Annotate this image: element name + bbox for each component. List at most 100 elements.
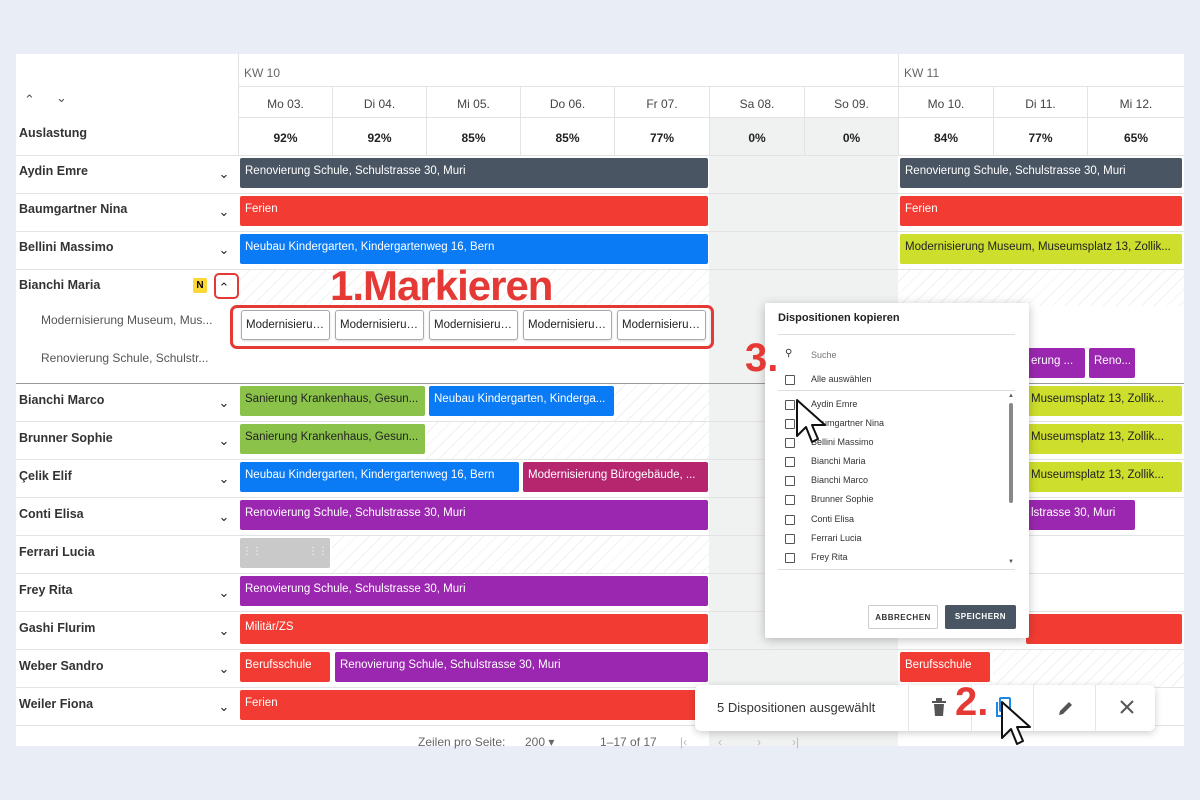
cursor-pointer-icon — [796, 399, 826, 443]
row-name: Bianchi Maria — [19, 278, 101, 292]
search-input[interactable] — [809, 347, 1009, 363]
assignment-bar[interactable]: Ferien — [900, 196, 1182, 226]
list-item-label: Conti Elisa — [811, 514, 855, 524]
chevron-down-icon[interactable]: ⌄ — [216, 395, 232, 411]
row-name: Conti Elisa — [19, 507, 84, 521]
assignment-bar[interactable]: Renovierung Schule, Schulstrasse 30, Mur… — [240, 576, 708, 606]
checkbox[interactable] — [785, 374, 795, 385]
last-page-icon[interactable]: ›| — [792, 735, 799, 749]
assignment-bar[interactable]: Renovierung Schule, Schulstrasse 30, Mur… — [335, 652, 708, 682]
chevron-down-icon[interactable]: ⌄ — [216, 242, 232, 258]
chevron-down-icon[interactable]: ⌄ — [216, 623, 232, 639]
list-item-label: Brunner Sophie — [811, 494, 874, 504]
assignment-bar[interactable]: Sanierung Krankenhaus, Gesun... — [240, 386, 425, 416]
day-header: Fr 07. — [614, 87, 709, 118]
list-item[interactable]: Ferrari Lucia — [785, 533, 862, 547]
row-name: Brunner Sophie — [19, 431, 113, 445]
select-all-item[interactable]: Alle auswählen — [785, 374, 872, 388]
list-item[interactable]: Bianchi Marco — [785, 475, 868, 489]
row-name: Bellini Massimo — [19, 240, 114, 254]
load-label: Auslastung — [19, 126, 88, 140]
chevron-down-icon[interactable]: ⌄ — [216, 509, 232, 525]
load-value: 0% — [709, 118, 804, 156]
chevron-down-icon[interactable]: ⌄ — [216, 471, 232, 487]
assignment-bar[interactable] — [1026, 614, 1182, 644]
select-all-label: Alle auswählen — [811, 374, 872, 384]
assignment-bar[interactable]: Berufsschule — [900, 652, 990, 682]
scroll-down-icon[interactable]: ▼ — [1008, 559, 1014, 565]
chevron-down-icon[interactable]: ⌄ — [216, 166, 232, 182]
chevron-down-icon[interactable]: ⌄ — [216, 204, 232, 220]
scroll-up-icon[interactable]: ▲ — [1008, 393, 1014, 399]
assignment-bar[interactable]: Militär/ZS — [240, 614, 708, 644]
checkbox[interactable] — [785, 399, 795, 410]
assignment-bar[interactable]: Neubau Kindergarten, Kindergartenweg 16,… — [240, 462, 519, 492]
chevron-down-icon[interactable]: ⌄ — [216, 661, 232, 677]
assignment-bar[interactable]: Reno... — [1089, 348, 1135, 378]
assignment-bar[interactable]: Ferien — [240, 690, 708, 720]
assignment-bar[interactable]: Berufsschule — [240, 652, 330, 682]
checkbox[interactable] — [785, 514, 795, 525]
day-header: Mi 05. — [426, 87, 520, 118]
page-range: 1–17 of 17 — [600, 735, 657, 749]
assignment-bar[interactable]: Modernisierung Bürogebäude, ... — [523, 462, 708, 492]
save-button[interactable]: SPEICHERN — [945, 605, 1016, 629]
list-item[interactable]: Brunner Sophie — [785, 494, 874, 508]
assignment-bar[interactable]: Renovierung Schule, Schulstrasse 30, Mur… — [900, 158, 1182, 188]
checkbox[interactable] — [785, 475, 795, 486]
selection-toolbar: 5 Dispositionen ausgewählt — [695, 685, 1155, 731]
drag-handle-icon[interactable]: ⋮⋮ — [242, 546, 262, 557]
chevron-down-icon[interactable]: ⌄ — [216, 699, 232, 715]
scrollbar[interactable] — [1009, 403, 1013, 503]
assignment-bar[interactable]: erung ... — [1026, 348, 1085, 378]
checkbox[interactable] — [785, 418, 795, 429]
placeholder-bar[interactable]: ⋮⋮ ⋮⋮ — [240, 538, 330, 568]
drag-handle-icon[interactable]: ⋮⋮ — [308, 546, 328, 557]
row-name: Baumgartner Nina — [19, 202, 128, 216]
assignment-bar[interactable]: Museumsplatz 13, Zollik... — [1026, 462, 1182, 492]
day-header: Mo 10. — [898, 87, 993, 118]
day-header: So 09. — [804, 87, 898, 118]
assignment-bar[interactable]: Sanierung Krankenhaus, Gesun... — [240, 424, 425, 454]
checkbox[interactable] — [785, 533, 795, 544]
load-value: 0% — [804, 118, 898, 156]
chevron-up-icon[interactable]: ⌃ — [24, 92, 35, 108]
assignment-bar[interactable]: Neubau Kindergarten, Kindergartenweg 16,… — [240, 234, 708, 264]
cancel-button[interactable]: ABBRECHEN — [868, 605, 938, 629]
chevron-down-icon[interactable]: ⌄ — [56, 90, 67, 106]
day-header: Sa 08. — [709, 87, 804, 118]
checkbox[interactable] — [785, 552, 795, 563]
row-name: Frey Rita — [19, 583, 73, 597]
checkbox[interactable] — [785, 437, 795, 448]
checkbox[interactable] — [785, 494, 795, 505]
assignment-bar[interactable]: Museumsplatz 13, Zollik... — [1026, 386, 1182, 416]
list-item[interactable]: Conti Elisa — [785, 514, 854, 528]
list-item[interactable]: Bianchi Maria — [785, 456, 866, 470]
assignment-bar[interactable]: lstrasse 30, Muri — [1026, 500, 1135, 530]
prev-page-icon[interactable]: ‹ — [718, 735, 722, 749]
row-name: Ferrari Lucia — [19, 545, 95, 559]
annotation-step-2: 2. — [955, 680, 989, 724]
assignment-bar[interactable]: Neubau Kindergarten, Kinderga... — [429, 386, 614, 416]
assignment-bar[interactable]: Museumsplatz 13, Zollik... — [1026, 424, 1182, 454]
chevron-down-icon[interactable]: ⌄ — [216, 433, 232, 449]
load-value: 84% — [898, 118, 993, 156]
selection-highlight — [230, 305, 714, 349]
close-icon[interactable] — [1120, 700, 1134, 714]
checkbox[interactable] — [785, 456, 795, 467]
assignment-bar[interactable]: Modernisierung Museum, Museumsplatz 13, … — [900, 234, 1182, 264]
delete-icon[interactable] — [931, 698, 947, 716]
dialog-title: Dispositionen kopieren — [778, 312, 900, 324]
assignment-bar[interactable]: Renovierung Schule, Schulstrasse 30, Mur… — [240, 500, 708, 530]
edit-icon[interactable] — [1057, 699, 1075, 717]
day-header: Mi 12. — [1087, 87, 1184, 118]
first-page-icon[interactable]: |‹ — [680, 735, 687, 749]
rows-per-page-select[interactable]: 200 ▾ — [525, 735, 554, 749]
cursor-pointer-icon — [1001, 701, 1031, 745]
assignment-bar[interactable]: Renovierung Schule, Schulstrasse 30, Mur… — [240, 158, 708, 188]
chevron-down-icon[interactable]: ⌄ — [216, 585, 232, 601]
next-page-icon[interactable]: › — [757, 735, 761, 749]
list-item[interactable]: Frey Rita — [785, 552, 848, 566]
assignment-bar[interactable]: Ferien — [240, 196, 708, 226]
row-name: Aydin Emre — [19, 164, 89, 178]
